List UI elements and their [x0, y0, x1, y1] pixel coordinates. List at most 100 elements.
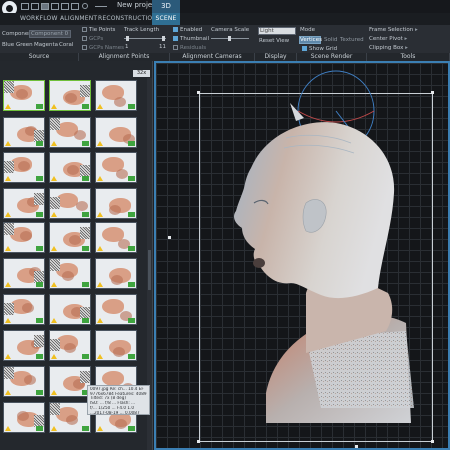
thumbnail-background	[50, 118, 60, 130]
image-thumbnail[interactable]	[95, 188, 137, 219]
gcp-names-checkbox[interactable]	[82, 45, 87, 50]
image-thumbnail[interactable]	[49, 402, 91, 433]
image-thumbnail[interactable]	[49, 80, 91, 111]
tab-3d-view[interactable]: 3D	[152, 0, 180, 13]
mode-solid-button[interactable]: Solid	[324, 37, 337, 43]
image-thumbnail[interactable]	[95, 330, 137, 361]
track-length-max-handle[interactable]	[162, 36, 165, 41]
color-mode-magenta[interactable]: Magenta	[34, 42, 58, 48]
aligned-badge-icon	[128, 354, 135, 359]
cameras-enabled-toggle[interactable]: Enabled	[173, 27, 202, 33]
group-label-alignment-points: Alignment Points	[79, 53, 170, 61]
image-thumbnail[interactable]	[49, 188, 91, 219]
thumbnail-shading	[116, 169, 128, 179]
gcps-toggle[interactable]: GCPs	[82, 36, 103, 42]
thumbnail-shading	[22, 303, 34, 313]
aligned-badge-icon	[82, 246, 89, 251]
image-thumbnail[interactable]	[49, 294, 91, 325]
component-select[interactable]: Component 0	[29, 30, 71, 38]
tab-reconstruction[interactable]: RECONSTRUCTION	[98, 13, 157, 25]
frame-selection-label: Frame Selection	[369, 27, 414, 33]
image-thumbnail[interactable]	[49, 258, 91, 289]
track-length-min-handle[interactable]	[126, 36, 129, 41]
layout-5-icon[interactable]	[61, 3, 69, 10]
aligned-badge-icon	[128, 318, 135, 323]
aligned-badge-icon	[36, 318, 43, 323]
warning-icon	[51, 104, 57, 109]
thumbnail-shading	[17, 411, 29, 421]
center-pivot-arrow-icon[interactable]: ▸	[405, 36, 408, 42]
thumbnail-count-badge[interactable]: 32x	[133, 70, 150, 77]
image-thumbnail[interactable]	[95, 258, 137, 289]
image-thumbnail[interactable]	[49, 152, 91, 183]
gcps-checkbox[interactable]	[82, 36, 87, 41]
image-thumbnail[interactable]	[3, 80, 45, 111]
tie-points-toggle[interactable]: Tie Points	[82, 27, 115, 33]
aligned-badge-icon	[82, 318, 89, 323]
layout-2-icon[interactable]	[31, 3, 39, 10]
track-length-slider[interactable]	[124, 38, 166, 39]
display-preset-select[interactable]: Light	[258, 27, 296, 35]
image-info-tooltip: 0097.jpg Re: ch... 10.4 EF 9776x6784 Fea…	[87, 385, 150, 415]
camera-scale-handle[interactable]	[228, 36, 231, 41]
image-thumbnail[interactable]	[95, 152, 137, 183]
tab-workflow[interactable]: WORKFLOW	[20, 13, 57, 25]
image-thumbnail[interactable]	[3, 402, 45, 433]
reset-view-button[interactable]: Reset View	[259, 38, 289, 44]
frame-selection-arrow-icon[interactable]: ▸	[415, 27, 418, 33]
tab-alignment[interactable]: ALIGNMENT	[60, 13, 97, 25]
thumbnail-background	[34, 335, 44, 347]
image-thumbnail[interactable]	[3, 366, 45, 397]
residuals-toggle[interactable]: Residuals	[173, 45, 206, 51]
clipping-box-button[interactable]: Clipping Box ▸	[369, 45, 408, 51]
image-thumbnail[interactable]	[95, 222, 137, 253]
layout-1-icon[interactable]	[21, 3, 29, 10]
residuals-checkbox[interactable]	[173, 45, 178, 50]
3d-viewport[interactable]	[154, 61, 450, 450]
cameras-enabled-checkbox[interactable]	[173, 27, 178, 32]
mode-textured-button[interactable]: Textured	[340, 37, 364, 43]
warning-icon	[51, 212, 57, 217]
mode-vertices-button[interactable]: Vertices	[299, 36, 322, 44]
thumbnail-scrollbar-thumb[interactable]	[148, 250, 151, 290]
image-thumbnail[interactable]	[3, 294, 45, 325]
quick-access-icon[interactable]	[82, 3, 88, 9]
tie-points-checkbox[interactable]	[82, 27, 87, 32]
gcp-names-toggle[interactable]: GCPs Names	[82, 45, 124, 51]
image-thumbnail[interactable]	[3, 222, 45, 253]
thumbnail-shading	[18, 161, 30, 171]
color-mode-blue[interactable]: Blue	[2, 42, 14, 48]
thumbnail-toggle[interactable]: Thumbnail	[173, 36, 209, 42]
image-thumbnail[interactable]	[49, 117, 91, 148]
color-mode-coral[interactable]: Coral	[59, 42, 73, 48]
layout-6-icon[interactable]	[71, 3, 79, 10]
show-grid-toggle[interactable]: Show Grid	[302, 46, 337, 52]
tab-scene[interactable]: SCENE	[152, 13, 180, 25]
layout-3-icon[interactable]	[41, 3, 49, 10]
thumbnail-shading	[74, 130, 86, 140]
image-thumbnail[interactable]	[49, 366, 91, 397]
frame-selection-button[interactable]: Frame Selection ▸	[369, 27, 418, 33]
warning-icon	[97, 282, 103, 287]
center-pivot-button[interactable]: Center Pivot ▸	[369, 36, 407, 42]
thumbnail-checkbox[interactable]	[173, 36, 178, 41]
image-thumbnail[interactable]	[95, 80, 137, 111]
show-grid-label: Show Grid	[309, 46, 338, 52]
image-thumbnail[interactable]	[3, 330, 45, 361]
image-thumbnail[interactable]	[3, 188, 45, 219]
image-thumbnail[interactable]	[3, 152, 45, 183]
image-thumbnail[interactable]	[49, 330, 91, 361]
image-thumbnail[interactable]	[95, 117, 137, 148]
image-thumbnail[interactable]	[49, 222, 91, 253]
clipping-box-arrow-icon[interactable]: ▸	[405, 45, 408, 51]
clipping-box-label: Clipping Box	[369, 45, 404, 51]
image-thumbnail[interactable]	[3, 117, 45, 148]
layout-4-icon[interactable]	[51, 3, 59, 10]
gcp-names-label: GCPs Names	[89, 45, 125, 51]
menu-icon[interactable]	[95, 6, 107, 7]
group-label-source: Source	[0, 53, 79, 61]
show-grid-checkbox[interactable]	[302, 46, 307, 51]
image-thumbnail[interactable]	[3, 258, 45, 289]
color-mode-green[interactable]: Green	[16, 42, 33, 48]
image-thumbnail[interactable]	[95, 294, 137, 325]
